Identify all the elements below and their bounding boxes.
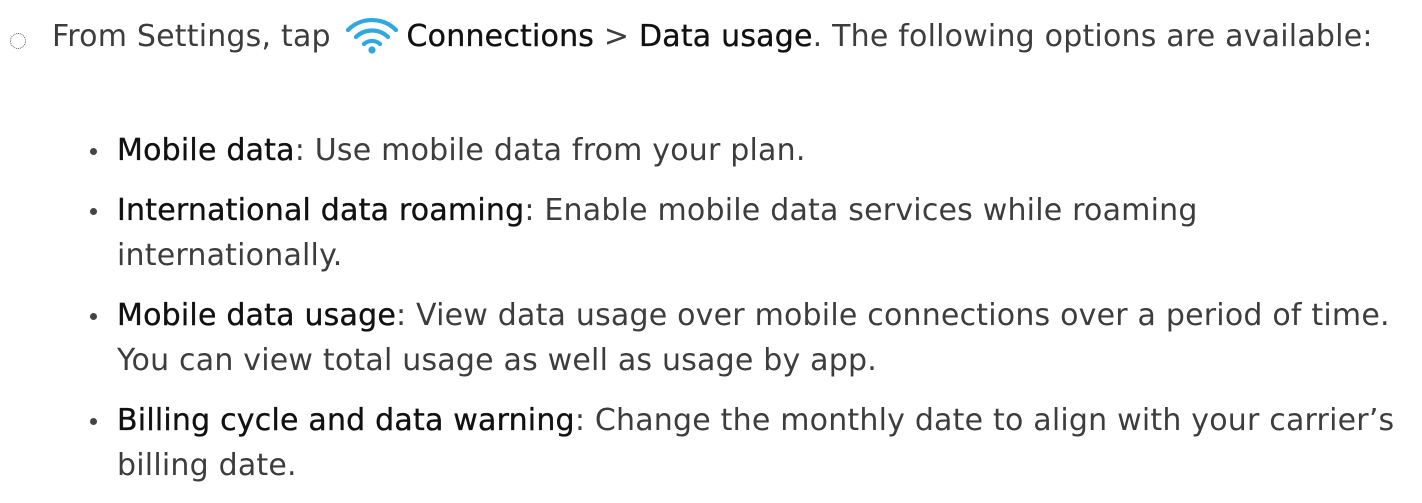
option-term: Mobile data usage xyxy=(117,298,396,333)
list-item: Mobile data: Use mobile data from your p… xyxy=(90,128,1406,173)
step-bullet-icon xyxy=(10,33,26,49)
connections-term: Connections xyxy=(406,19,595,54)
list-item: Billing cycle and data warning: Change t… xyxy=(90,398,1406,488)
data-usage-term: Data usage xyxy=(638,19,813,54)
option-description: : Use mobile data from your plan. xyxy=(294,133,806,168)
option-term: International data roaming xyxy=(117,193,525,228)
step-prefix: From Settings, tap xyxy=(52,19,331,54)
step-text: From Settings, tap Connections > Data us… xyxy=(52,14,1392,59)
wifi-icon xyxy=(343,16,401,54)
options-list: Mobile data: Use mobile data from your p… xyxy=(90,128,1406,503)
list-item: Mobile data usage: View data usage over … xyxy=(90,293,1406,383)
document-page: From Settings, tap Connections > Data us… xyxy=(0,0,1422,502)
option-term: Billing cycle and data warning xyxy=(117,403,575,438)
step-suffix: . The following options are available: xyxy=(812,19,1373,54)
option-term: Mobile data xyxy=(117,133,295,168)
list-item: International data roaming: Enable mobil… xyxy=(90,188,1406,278)
path-separator: > xyxy=(603,19,630,54)
